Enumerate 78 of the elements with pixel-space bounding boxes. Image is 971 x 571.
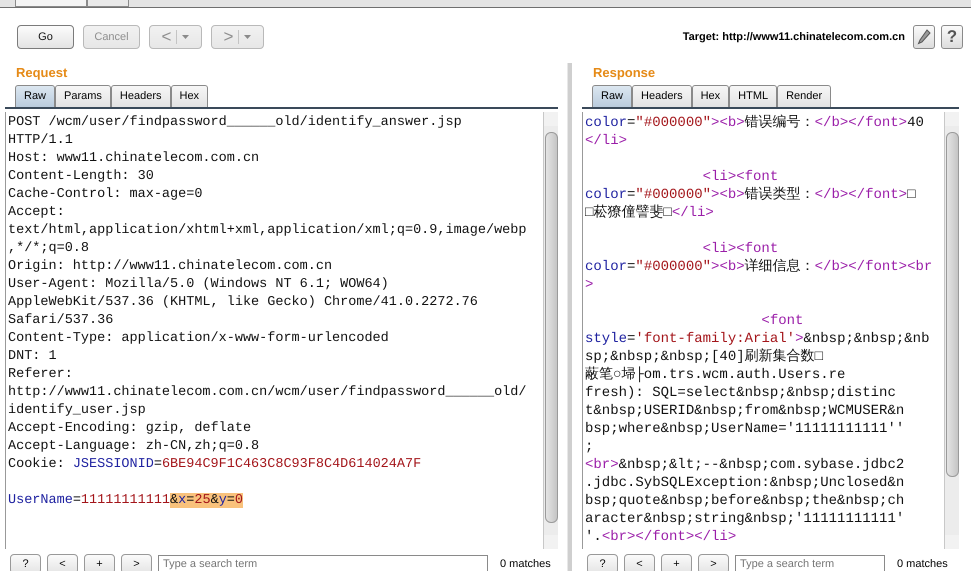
- pencil-icon: [917, 29, 931, 45]
- search-nav-button[interactable]: +: [661, 554, 692, 571]
- code-line: bsp;where&nbsp;UserName='11111111111'': [585, 420, 904, 438]
- help-button[interactable]: ?: [941, 25, 963, 49]
- code-line: □菘獠僮譬斐□</li>: [585, 204, 714, 222]
- code-line: Host: www11.chinatelecom.com.cn: [8, 150, 260, 168]
- search-field[interactable]: Type a search term: [735, 555, 885, 571]
- code-line: Accept-Encoding: gzip, deflate: [8, 420, 252, 438]
- code-line: <font: [760, 312, 804, 330]
- go-button[interactable]: Go: [17, 25, 74, 49]
- code-line: style='font-family:Arial'>&nbsp;&nbsp;&nb: [585, 330, 930, 348]
- code-line: DNT: 1: [8, 348, 57, 366]
- code-line: text/html,application/xhtml+xml,application/xml;q=0.9,image/webp: [8, 222, 526, 240]
- tab[interactable]: Render: [777, 85, 832, 107]
- window-tab[interactable]: [87, 0, 129, 7]
- code-line: UserName=11111111111&x=25&y=0: [8, 492, 244, 510]
- search-nav-button[interactable]: ?: [587, 554, 618, 571]
- code-line: <br>&nbsp;&lt;--&nbsp;com.sybase.jdbc2: [585, 456, 904, 474]
- pane-title: Request: [15, 64, 68, 81]
- tab[interactable]: Params: [55, 85, 111, 107]
- edit-button[interactable]: [913, 25, 935, 49]
- tab[interactable]: Raw: [15, 85, 56, 107]
- scrollbar[interactable]: [543, 112, 558, 549]
- code-line: Safari/537.36: [8, 312, 114, 330]
- code-line: POST /wcm/user/findpassword______old/identify_answer.jsp: [8, 114, 462, 132]
- code-line: identify_user.jsp: [8, 402, 146, 420]
- code-line: fresh): SQL=select&nbsp;&nbsp;distinc: [585, 384, 896, 402]
- tab[interactable]: HTML: [729, 85, 778, 107]
- tab[interactable]: Headers: [632, 85, 692, 107]
- code-line: Cookie: JSESSIONID=6BE94C9F1C463C8C93F8C4D614024A7F: [8, 456, 422, 474]
- caret-icon: [244, 35, 252, 39]
- code-line: color="#000000"><b>详细信息：</b></font><br: [585, 258, 932, 276]
- tab[interactable]: Headers: [110, 85, 170, 107]
- code-line: Referer:: [8, 366, 73, 384]
- code-line: Content-Length: 30: [8, 168, 154, 186]
- window-tab[interactable]: [15, 0, 87, 7]
- code-line: 蔽笔○埽├om.trs.wcm.auth.Users.re: [585, 366, 846, 384]
- code-line: User-Agent: Mozilla/5.0 (Windows NT 6.1; WOW64): [8, 276, 389, 294]
- text-editor[interactable]: [5, 112, 558, 549]
- code-line: t&nbsp;USERID&nbsp;from&nbsp;WCMUSER&n: [585, 402, 904, 420]
- code-line: AppleWebKit/537.36 (KHTML, like Gecko) Chrome/41.0.2272.76: [8, 294, 478, 312]
- scrollbar[interactable]: [944, 112, 959, 549]
- code-line: http://www11.chinatelecom.com.cn/wcm/user/findpassword______old/: [8, 384, 526, 402]
- pane-title: Response: [592, 64, 656, 81]
- code-line: >: [585, 276, 594, 294]
- code-line: ;: [585, 438, 594, 456]
- search-nav-button[interactable]: <: [624, 554, 655, 571]
- code-line: <li><font: [702, 240, 778, 258]
- code-line: </li>: [585, 132, 628, 150]
- code-line: '.<br></font></li>: [585, 528, 736, 546]
- code-line: Accept-Language: zh-CN,zh;q=0.8: [8, 438, 260, 456]
- caret-icon: [182, 35, 190, 39]
- code-line: <li><font: [702, 168, 778, 186]
- tab[interactable]: Hex: [170, 85, 208, 107]
- search-nav-button[interactable]: >: [698, 554, 729, 571]
- target-label: Target: http://www11.chinatelecom.com.cn: [682, 31, 905, 43]
- search-nav-button[interactable]: ?: [10, 554, 41, 571]
- code-line: Accept:: [8, 204, 65, 222]
- code-line: Cache-Control: max-age=0: [8, 186, 202, 204]
- code-line: Origin: http://www11.chinatelecom.com.cn: [8, 258, 332, 276]
- code-line: Content-Type: application/x-www-form-urlencoded: [8, 330, 389, 348]
- code-line: ,*/*;q=0.8: [8, 240, 90, 258]
- code-line: HTTP/1.1: [8, 132, 73, 150]
- search-nav-button[interactable]: +: [84, 554, 115, 571]
- search-nav-button[interactable]: <: [47, 554, 78, 571]
- code-line: color="#000000"><b>错误类型：</b></font>□: [585, 186, 916, 204]
- match-count: 0 matches: [897, 558, 948, 570]
- search-nav-button[interactable]: >: [121, 554, 152, 571]
- text-editor[interactable]: [582, 112, 959, 549]
- tab[interactable]: Raw: [592, 85, 632, 107]
- code-line: .jdbc.SybSQLException:&nbsp;Unclosed&n: [585, 474, 904, 492]
- match-count: 0 matches: [500, 558, 551, 570]
- tab[interactable]: Hex: [692, 85, 730, 107]
- code-line: sp;&nbsp;&nbsp;[40]刷新集合数□: [585, 348, 824, 366]
- search-field[interactable]: Type a search term: [158, 555, 488, 571]
- code-line: color="#000000"><b>错误编号：</b></font>40: [585, 114, 924, 132]
- code-line: aracter&nbsp;string&nbsp;'11111111111': [585, 510, 904, 528]
- code-line: bsp;quote&nbsp;before&nbsp;the&nbsp;ch: [585, 492, 904, 510]
